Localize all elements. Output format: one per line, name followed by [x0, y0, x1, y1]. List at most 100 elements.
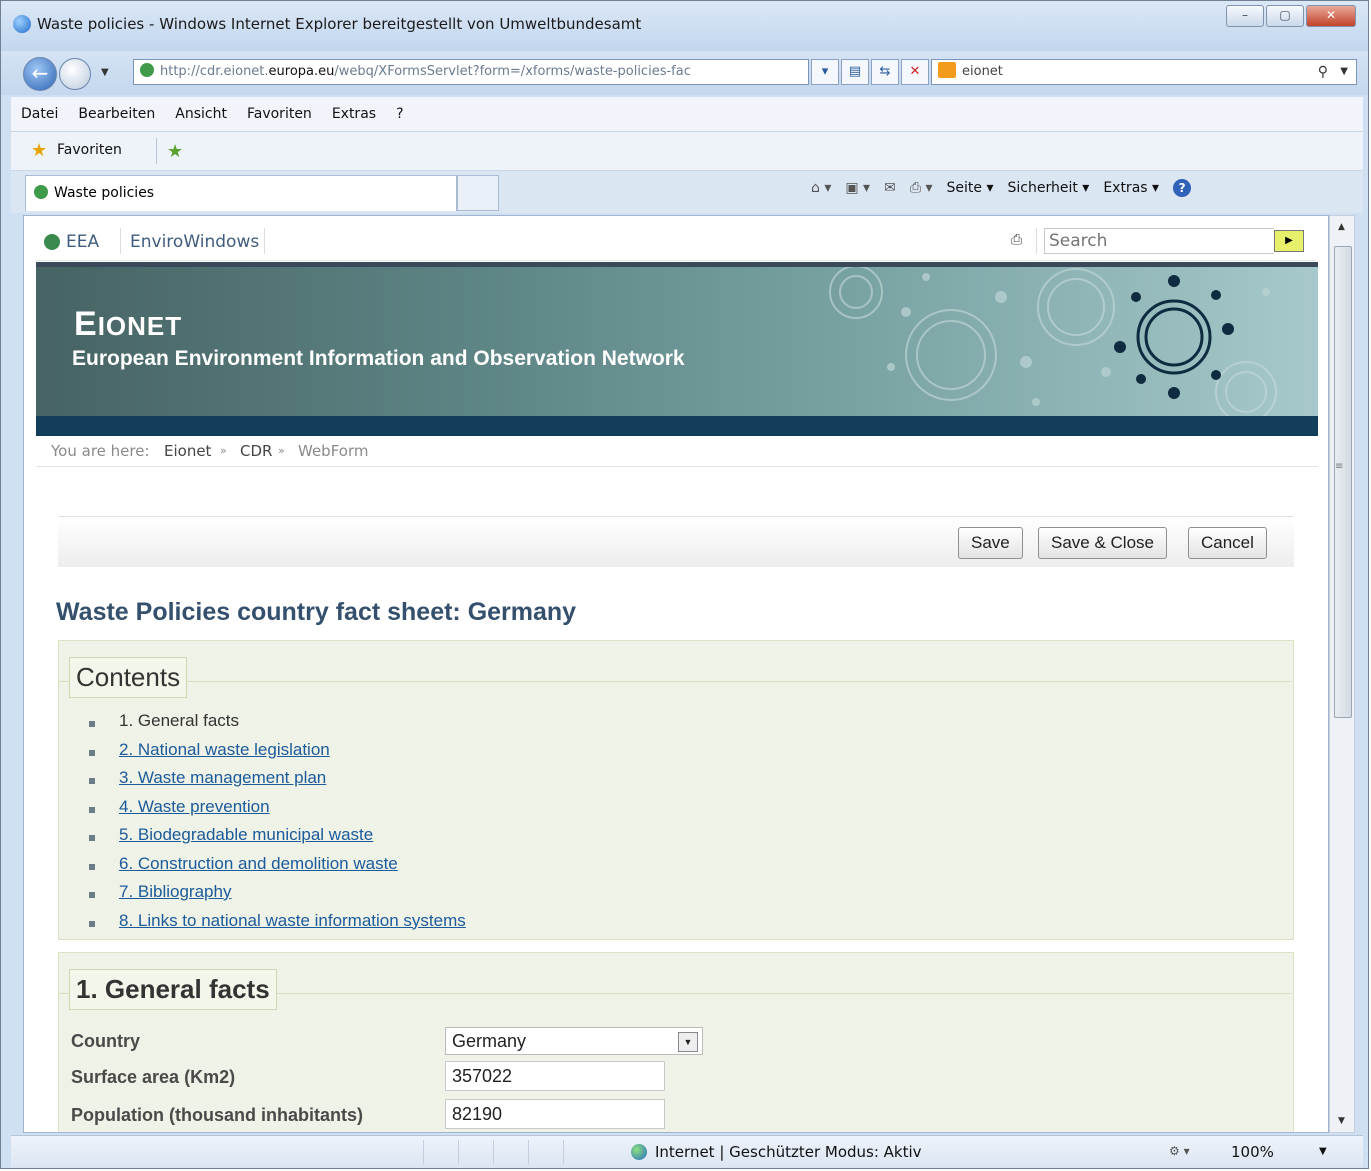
breadcrumb-cdr[interactable]: CDR [240, 442, 272, 460]
zoom-level[interactable]: 100% [1231, 1143, 1274, 1161]
url-prefix: http://cdr.eionet. [160, 64, 269, 79]
stop-icon[interactable]: ✕ [901, 59, 929, 85]
favorites-button[interactable]: Favoriten [57, 142, 122, 158]
surface-label: Surface area (Km2) [71, 1067, 236, 1087]
scroll-down-icon[interactable]: ▼ [1338, 1116, 1345, 1126]
toc-item: 1. General facts [89, 711, 466, 740]
country-select[interactable]: Germany ▼ [445, 1027, 703, 1055]
print-page-icon[interactable]: ⎙ [1011, 232, 1022, 248]
compat-view-icon[interactable]: ▤ [841, 59, 869, 85]
divider [264, 228, 265, 254]
save-close-button[interactable]: Save & Close [1038, 527, 1167, 559]
search-options-icon[interactable]: ▼ [1340, 60, 1348, 84]
security-menu[interactable]: Sicherheit ▾ [1008, 180, 1090, 196]
print-icon[interactable]: ⎙ ▾ [910, 180, 933, 196]
divider [156, 138, 157, 164]
toc-item[interactable]: 5. Biodegradable municipal waste [89, 825, 466, 854]
toc-link-bibliography[interactable]: 7. Bibliography [119, 882, 231, 901]
minimize-button[interactable]: – [1226, 5, 1264, 27]
window-controls: – ▢ ✕ [1226, 5, 1356, 27]
search-box[interactable]: eionet ⚲ ▼ [931, 59, 1357, 85]
mail-icon[interactable]: ✉ [884, 180, 896, 196]
page-menu[interactable]: Seite ▾ [947, 180, 994, 196]
internet-zone-icon [631, 1144, 647, 1160]
divider [59, 681, 1291, 682]
menu-edit[interactable]: Bearbeiten [68, 106, 165, 122]
toc-link-management-plan[interactable]: 3. Waste management plan [119, 768, 326, 787]
toc-item[interactable]: 8. Links to national waste information s… [89, 911, 466, 940]
page-viewport: EEA EnviroWindows ⎙ ▶ EIONET European En… [23, 215, 1329, 1133]
eionet-title: EIONET [74, 305, 182, 344]
help-icon[interactable]: ? [1173, 179, 1192, 197]
close-window-button[interactable]: ✕ [1306, 5, 1356, 27]
history-dropdown-icon[interactable]: ▼ [101, 67, 109, 78]
feeds-icon[interactable]: ▣ ▾ [845, 180, 870, 196]
breadcrumb-prefix: You are here: [51, 442, 150, 460]
toc-link-waste-prevention[interactable]: 4. Waste prevention [119, 797, 270, 816]
eionet-banner: EIONET European Environment Information … [36, 262, 1318, 436]
title-bar: Waste policies - Windows Internet Explor… [1, 1, 1368, 51]
site-search-input[interactable] [1044, 228, 1274, 254]
menu-view[interactable]: Ansicht [165, 106, 237, 122]
security-zone-text: Internet | Geschützter Modus: Aktiv [655, 1143, 922, 1161]
eea-top-bar: EEA EnviroWindows ⎙ ▶ [36, 220, 1316, 261]
divider [1036, 228, 1037, 254]
chevron-down-icon[interactable]: ▼ [678, 1032, 698, 1052]
add-favorite-icon[interactable]: ★ [167, 141, 183, 162]
vertical-scrollbar[interactable]: ▲ ≡ ▼ [1329, 215, 1355, 1133]
scrollbar-thumb[interactable] [1334, 246, 1352, 718]
toc-link-national-legislation[interactable]: 2. National waste legislation [119, 740, 330, 759]
address-row: ← ▼ http://cdr.eionet.europa.eu/webq/XFo… [1, 51, 1368, 95]
menu-tools[interactable]: Extras [322, 106, 386, 122]
eea-link[interactable]: EEA [66, 232, 99, 252]
search-value: eionet [962, 64, 1003, 79]
general-facts-legend: 1. General facts [69, 969, 277, 1010]
toc-item[interactable]: 7. Bibliography [89, 882, 466, 911]
toc-item[interactable]: 2. National waste legislation [89, 740, 466, 769]
toc-link-info-systems[interactable]: 8. Links to national waste information s… [119, 911, 466, 930]
toc-item[interactable]: 3. Waste management plan [89, 768, 466, 797]
refresh-icon[interactable]: ⇆ [871, 59, 899, 85]
search-go-button[interactable]: ▶ [1274, 230, 1304, 252]
protected-mode-icon[interactable]: ⚙ ▾ [1169, 1144, 1190, 1158]
toc-link-construction[interactable]: 6. Construction and demolition waste [119, 854, 398, 873]
tab-row: Waste policies ⌂ ▾ ▣ ▾ ✉ ⎙ ▾ Seite ▾ Sic… [11, 171, 1363, 213]
status-cell [528, 1140, 563, 1164]
breadcrumb-eionet[interactable]: Eionet [164, 442, 211, 460]
menu-help[interactable]: ? [386, 106, 413, 122]
menu-favorites[interactable]: Favoriten [237, 106, 322, 122]
search-icon[interactable]: ⚲ [1318, 60, 1328, 84]
toc-label: 1. General facts [119, 711, 240, 730]
url-host: europa.eu [268, 64, 335, 79]
divider [120, 228, 121, 254]
cancel-button[interactable]: Cancel [1188, 527, 1267, 559]
country-value: Germany [452, 1031, 527, 1051]
home-icon[interactable]: ⌂ ▾ [811, 180, 831, 196]
toc-item[interactable]: 4. Waste prevention [89, 797, 466, 826]
maximize-button[interactable]: ▢ [1266, 5, 1304, 27]
eionet-title-initial: E [74, 305, 98, 343]
status-cell [493, 1140, 528, 1164]
window-title: Waste policies - Windows Internet Explor… [37, 15, 642, 33]
new-tab-button[interactable] [457, 175, 499, 211]
menu-bar: Datei Bearbeiten Ansicht Favoriten Extra… [11, 97, 1363, 132]
address-bar[interactable]: http://cdr.eionet.europa.eu/webq/XFormsS… [133, 59, 809, 85]
toc-link-biodegradable[interactable]: 5. Biodegradable municipal waste [119, 825, 373, 844]
favorites-star-icon[interactable]: ★ [31, 142, 49, 160]
population-input[interactable]: 82190 [445, 1099, 665, 1129]
toc-item[interactable]: 6. Construction and demolition waste [89, 854, 466, 883]
extras-menu[interactable]: Extras ▾ [1103, 180, 1159, 196]
back-button[interactable]: ← [23, 57, 57, 91]
tab-waste-policies[interactable]: Waste policies [25, 175, 457, 211]
zoom-dropdown-icon[interactable]: ▼ [1319, 1146, 1327, 1157]
status-cell [458, 1140, 493, 1164]
save-button[interactable]: Save [958, 527, 1023, 559]
menu-file[interactable]: Datei [11, 106, 68, 122]
envirowindows-link[interactable]: EnviroWindows [130, 232, 259, 252]
address-dropdown-icon[interactable]: ▾ [811, 59, 839, 85]
scroll-up-icon[interactable]: ▲ [1338, 222, 1345, 232]
forward-button[interactable] [59, 58, 91, 90]
search-provider-icon [938, 62, 956, 78]
surface-area-input[interactable]: 357022 [445, 1061, 665, 1091]
general-facts-section: 1. General facts Country Germany ▼ Surfa… [58, 952, 1294, 1132]
